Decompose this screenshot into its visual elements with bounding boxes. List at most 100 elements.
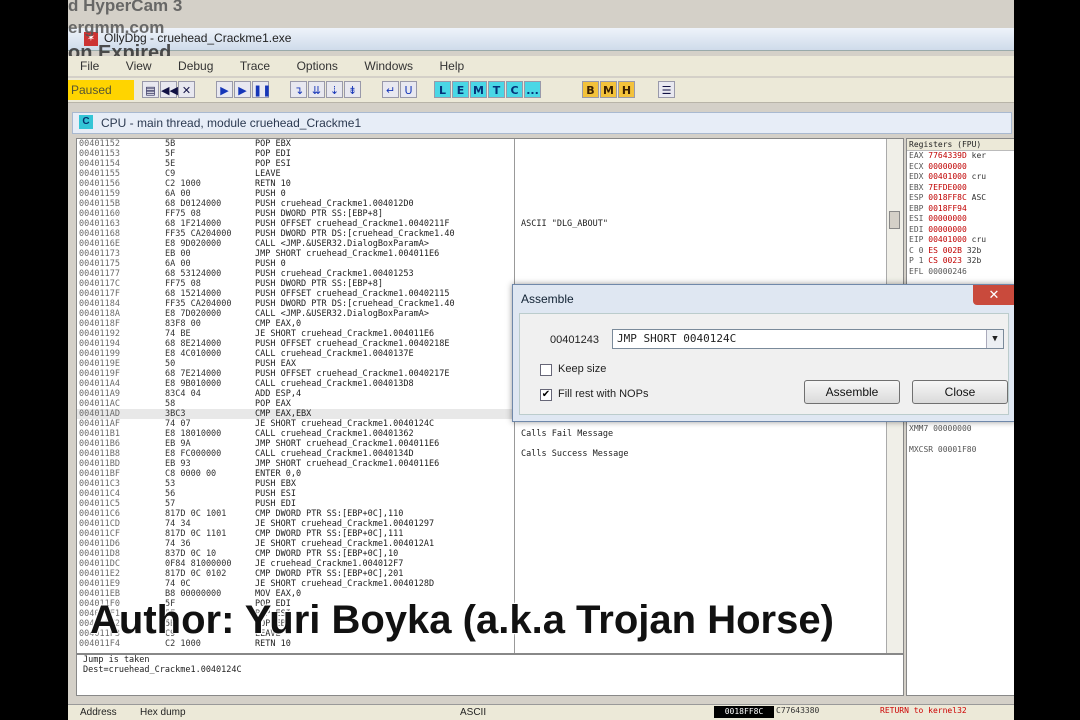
- menu-view[interactable]: View: [126, 56, 152, 76]
- cpu-window-button[interactable]: C: [506, 81, 523, 98]
- register-row[interactable]: EAX 7764339D ker: [907, 151, 1014, 162]
- table-row[interactable]: 004011C4 56 PUSH ESI: [77, 489, 887, 499]
- table-row[interactable]: 00401155 C9 LEAVE: [77, 169, 887, 179]
- table-row[interactable]: 00401177 68 53124000 PUSH cruehead_Crackme…: [77, 269, 887, 279]
- table-row[interactable]: 004011D8 837D 0C 10 CMP DWORD PTR SS:[EBP+…: [77, 549, 887, 559]
- memory-window-button[interactable]: M: [470, 81, 487, 98]
- execute-till-return-icon[interactable]: ↵: [382, 81, 399, 98]
- register-row[interactable]: EBX 7EFDE000: [907, 183, 1014, 194]
- step-over-icon[interactable]: ⇊: [308, 81, 325, 98]
- hex-cell: FF75 08: [165, 279, 201, 289]
- log-window-button[interactable]: L: [434, 81, 451, 98]
- register-row[interactable]: C 0 ES 002B 32b: [907, 246, 1014, 257]
- dump-col-address[interactable]: Address: [80, 707, 117, 718]
- table-row[interactable]: 00401175 6A 00 PUSH 0: [77, 259, 887, 269]
- scrollbar-thumb[interactable]: [889, 211, 900, 229]
- table-row[interactable]: 0040116E E8 9D020000 CALL <JMP.&USER32.Dia…: [77, 239, 887, 249]
- address-cell: 00401159: [79, 189, 120, 199]
- address-cell: 0040118F: [79, 319, 120, 329]
- register-row[interactable]: ESP 0018FF8C ASC: [907, 193, 1014, 204]
- opcode-cell: CALL <JMP.&USER32.DialogBoxParamA>: [255, 309, 429, 319]
- table-row[interactable]: 004011C3 53 PUSH EBX: [77, 479, 887, 489]
- menu-debug[interactable]: Debug: [178, 56, 213, 76]
- register-row[interactable]: EBP 0018FF94: [907, 204, 1014, 215]
- register-row[interactable]: EDI 00000000: [907, 225, 1014, 236]
- table-row[interactable]: 004011E9 74 0C JE SHORT cruehead_Crackme1.…: [77, 579, 887, 589]
- table-row[interactable]: 004011B1 E8 18010000 CALL cruehead_Crackme…: [77, 429, 887, 439]
- table-row[interactable]: 00401152 5B POP EBX: [77, 139, 887, 149]
- rewind-icon[interactable]: ◀◀: [160, 81, 178, 98]
- run-icon[interactable]: ▶: [216, 81, 233, 98]
- table-row[interactable]: 004011B8 E8 FC000000 CALL cruehead_Crackme…: [77, 449, 887, 459]
- modules-window-button[interactable]: E: [452, 81, 469, 98]
- table-row[interactable]: 004011D6 74 36 JE SHORT cruehead_Crackme1.…: [77, 539, 887, 549]
- close-icon[interactable]: ✕: [973, 285, 1014, 305]
- menu-options[interactable]: Options: [297, 56, 338, 76]
- register-name: EBP: [909, 203, 924, 213]
- trace-into-icon[interactable]: ⇣: [326, 81, 343, 98]
- table-row[interactable]: 00401156 C2 1000 RETN 10: [77, 179, 887, 189]
- table-row[interactable]: 004011C5 57 PUSH EDI: [77, 499, 887, 509]
- table-row[interactable]: 004011E2 817D 0C 0102 CMP DWORD PTR SS:[EB…: [77, 569, 887, 579]
- trace-over-icon[interactable]: ⇟: [344, 81, 361, 98]
- menu-help[interactable]: Help: [440, 56, 465, 76]
- table-row[interactable]: 004011CF 817D 0C 1101 CMP DWORD PTR SS:[EB…: [77, 529, 887, 539]
- more-windows-button[interactable]: ...: [524, 81, 541, 98]
- hex-cell: C2 1000: [165, 179, 201, 189]
- run-thread-icon[interactable]: ▶: [234, 81, 251, 98]
- open-icon[interactable]: ▤: [142, 81, 159, 98]
- dump-col-hex[interactable]: Hex dump: [140, 707, 186, 718]
- address-cell: 0040119E: [79, 359, 120, 369]
- table-row[interactable]: 00401160 FF75 08 PUSH DWORD PTR SS:[EBP+8]: [77, 209, 887, 219]
- breakpoints-window-button[interactable]: B: [582, 81, 599, 98]
- chevron-down-icon[interactable]: ▼: [986, 330, 1003, 348]
- close-process-icon[interactable]: ✕: [178, 81, 195, 98]
- pause-icon[interactable]: ❚❚: [252, 81, 271, 98]
- menu-trace[interactable]: Trace: [240, 56, 270, 76]
- register-comment: 32b: [966, 256, 982, 265]
- step-into-icon[interactable]: ↴: [290, 81, 307, 98]
- table-row[interactable]: 00401159 6A 00 PUSH 0: [77, 189, 887, 199]
- opcode-cell: PUSH OFFSET cruehead_Crackme1.0040218E: [255, 339, 450, 349]
- table-row[interactable]: 004011B6 EB 9A JMP SHORT cruehead_Crackme1…: [77, 439, 887, 449]
- execute-till-user-icon[interactable]: U: [400, 81, 417, 98]
- register-row[interactable]: ESI 00000000: [907, 214, 1014, 225]
- dump-col-ascii[interactable]: ASCII: [460, 707, 486, 718]
- table-row[interactable]: 0040115B 68 D0124000 PUSH cruehead_Crackme…: [77, 199, 887, 209]
- handles-window-button[interactable]: H: [618, 81, 635, 98]
- table-row[interactable]: 00401163 68 1F214000 PUSH OFFSET cruehead_…: [77, 219, 887, 229]
- menu-file[interactable]: File: [80, 56, 99, 76]
- register-row[interactable]: ECX 00000000: [907, 162, 1014, 173]
- register-value: 00401000: [928, 235, 967, 244]
- keep-size-checkbox[interactable]: [540, 364, 552, 376]
- table-row[interactable]: 004011BF C8 0000 00 ENTER 0,0: [77, 469, 887, 479]
- fill-nops-checkbox[interactable]: ✔: [540, 389, 552, 401]
- table-row[interactable]: 00401153 5F POP EDI: [77, 149, 887, 159]
- list-icon[interactable]: ☰: [658, 81, 675, 98]
- table-row[interactable]: 00401154 5E POP ESI: [77, 159, 887, 169]
- opcode-cell: JMP SHORT cruehead_Crackme1.004011E6: [255, 439, 440, 449]
- hex-cell: 74 07: [165, 419, 191, 429]
- register-row[interactable]: EDX 00401000 cru: [907, 172, 1014, 183]
- threads-window-button[interactable]: T: [488, 81, 505, 98]
- register-value: ES 002B: [928, 245, 962, 255]
- close-button[interactable]: Close: [912, 380, 1008, 404]
- instruction-input[interactable]: JMP SHORT 0040124C ▼: [612, 329, 1004, 349]
- register-comment: cru: [971, 235, 987, 244]
- register-row[interactable]: P 1 CS 0023 32b: [907, 256, 1014, 267]
- memory-map-button[interactable]: M: [600, 81, 617, 98]
- table-row[interactable]: 00401168 FF35 CA204000 PUSH DWORD PTR DS:[…: [77, 229, 887, 239]
- table-row[interactable]: 004011BD EB 93 JMP SHORT cruehead_Crackme1…: [77, 459, 887, 469]
- menu-windows[interactable]: Windows: [364, 56, 413, 76]
- address-cell: 004011A4: [79, 379, 120, 389]
- register-extra-row: EFL 00000246: [909, 266, 967, 276]
- hex-cell: C9: [165, 169, 176, 179]
- assemble-button[interactable]: Assemble: [804, 380, 900, 404]
- table-row[interactable]: 004011CD 74 34 JE SHORT cruehead_Crackme1.…: [77, 519, 887, 529]
- opcode-cell: PUSH OFFSET cruehead_Crackme1.0040211F: [255, 219, 450, 229]
- table-row[interactable]: 004011C6 817D 0C 1001 CMP DWORD PTR SS:[EB…: [77, 509, 887, 519]
- address-cell: 00401177: [79, 269, 120, 279]
- table-row[interactable]: 00401173 EB 00 JMP SHORT cruehead_Crackme1…: [77, 249, 887, 259]
- table-row[interactable]: 004011DC 0F84 81000000 JE cruehead_Crackme…: [77, 559, 887, 569]
- register-row[interactable]: EIP 00401000 cru: [907, 235, 1014, 246]
